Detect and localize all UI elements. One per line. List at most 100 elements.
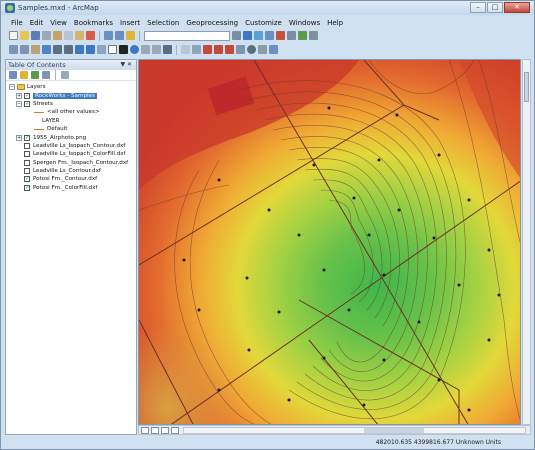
copy-icon[interactable] <box>64 31 73 40</box>
cut-icon[interactable] <box>53 31 62 40</box>
catalog-icon[interactable] <box>254 31 263 40</box>
save-icon[interactable] <box>31 31 40 40</box>
layer-visibility-checkbox[interactable] <box>24 100 30 107</box>
close-button[interactable]: ✕ <box>504 2 530 13</box>
layer-potosi-colorfill[interactable]: Potosi Fm._ColorFill.dxf <box>6 184 136 192</box>
sketch-icon[interactable] <box>236 45 245 54</box>
layer-leadville-contour[interactable]: Leadville Ls_Contour.dxf <box>6 167 136 175</box>
clear-selection-icon[interactable] <box>108 45 117 54</box>
redo-icon[interactable] <box>115 31 124 40</box>
zoom-out-icon[interactable] <box>20 45 29 54</box>
fixed-zoom-out-icon[interactable] <box>64 45 73 54</box>
toc-pin-close[interactable]: ▼ ✕ <box>120 61 132 68</box>
layer-visibility-checkbox[interactable] <box>24 159 30 166</box>
map-display[interactable] <box>138 59 521 425</box>
expand-icon[interactable]: + <box>16 92 22 99</box>
layout-view-icon[interactable] <box>151 426 159 434</box>
select-features-icon[interactable] <box>97 45 106 54</box>
find-icon[interactable] <box>141 45 150 54</box>
layer-visibility-checkbox[interactable] <box>24 184 30 191</box>
window-title: Samples.mxd - ArcMap <box>18 4 99 12</box>
layer-visibility-checkbox[interactable] <box>24 92 30 99</box>
python-window-icon[interactable] <box>287 31 296 40</box>
new-document-icon[interactable] <box>9 31 18 40</box>
pan-icon[interactable] <box>31 45 40 54</box>
add-data-icon[interactable] <box>126 31 135 40</box>
draw-point-icon[interactable] <box>203 45 212 54</box>
layer-list: − Layers + RockWorks - Samples − Streets… <box>6 81 136 192</box>
print-icon[interactable] <box>42 31 51 40</box>
search-window-icon[interactable] <box>265 31 274 40</box>
map-horizontal-scrollbar[interactable] <box>183 426 526 434</box>
layer-spergen-isopach-contour[interactable]: Spergen Fm._Isopach_Contour.dxf <box>6 159 136 167</box>
scroll-thumb[interactable] <box>364 427 424 433</box>
html-popup-icon[interactable] <box>163 45 172 54</box>
maximize-button[interactable]: □ <box>487 2 503 13</box>
toc-options-icon[interactable] <box>61 71 69 79</box>
collapse-icon[interactable]: − <box>9 84 15 91</box>
map-canvas[interactable] <box>139 60 521 425</box>
draw-line-icon[interactable] <box>214 45 223 54</box>
menu-help[interactable]: Help <box>327 19 343 27</box>
undo-icon[interactable] <box>104 31 113 40</box>
list-by-drawing-order-icon[interactable] <box>9 71 17 79</box>
measure-icon[interactable] <box>152 45 161 54</box>
layer-potosi-contour[interactable]: Potosi Fm._Contour.dxf <box>6 175 136 183</box>
delete-icon[interactable] <box>86 31 95 40</box>
open-folder-icon[interactable] <box>20 31 29 40</box>
layout-icon[interactable] <box>192 45 201 54</box>
menu-windows[interactable]: Windows <box>289 19 320 27</box>
arctoolbox-icon[interactable] <box>276 31 285 40</box>
map-scale-dropdown[interactable] <box>144 30 230 41</box>
refresh-icon[interactable] <box>161 426 169 434</box>
menu-bookmarks[interactable]: Bookmarks <box>74 19 113 27</box>
select-elements-icon[interactable] <box>119 45 128 54</box>
collapse-icon[interactable]: − <box>16 100 22 107</box>
menu-geoprocessing[interactable]: Geoprocessing <box>186 19 238 27</box>
expand-icon[interactable]: + <box>16 134 22 141</box>
settings-icon[interactable] <box>258 45 267 54</box>
minimize-button[interactable]: – <box>470 2 486 13</box>
zoom-in-icon[interactable] <box>9 45 18 54</box>
menu-selection[interactable]: Selection <box>147 19 179 27</box>
menu-customize[interactable]: Customize <box>245 19 282 27</box>
list-by-source-icon[interactable] <box>20 71 28 79</box>
layer-visibility-checkbox[interactable] <box>24 142 30 149</box>
layer-label: Leadville Ls_Isopach_ColorFill.dxf <box>33 151 126 158</box>
list-by-visibility-icon[interactable] <box>31 71 39 79</box>
paste-icon[interactable] <box>75 31 84 40</box>
layer-airphoto[interactable]: + 1955_Airphoto.png <box>6 133 136 141</box>
layer-visibility-checkbox[interactable] <box>24 175 30 183</box>
model-builder-icon[interactable] <box>298 31 307 40</box>
identify-icon[interactable] <box>130 45 139 54</box>
help-icon[interactable] <box>309 31 318 40</box>
legend-entry: Default <box>6 125 136 133</box>
globe-icon[interactable] <box>247 45 256 54</box>
pause-drawing-icon[interactable] <box>171 426 179 434</box>
forward-extent-icon[interactable] <box>86 45 95 54</box>
list-by-selection-icon[interactable] <box>42 71 50 79</box>
layers-root[interactable]: − Layers <box>6 83 136 91</box>
fixed-zoom-in-icon[interactable] <box>53 45 62 54</box>
scroll-thumb[interactable] <box>524 72 529 102</box>
georeferencing-icon[interactable] <box>181 45 190 54</box>
menu-insert[interactable]: Insert <box>120 19 140 27</box>
layer-leadville-isopach-colorfill[interactable]: Leadville Ls_Isopach_ColorFill.dxf <box>6 150 136 158</box>
map-vertical-scrollbar[interactable] <box>522 59 531 425</box>
menu-file[interactable]: File <box>11 19 23 27</box>
menu-edit[interactable]: Edit <box>30 19 44 27</box>
menu-view[interactable]: View <box>50 19 67 27</box>
table-window-icon[interactable] <box>243 31 252 40</box>
draw-polygon-icon[interactable] <box>225 45 234 54</box>
layer-rockworks-samples[interactable]: + RockWorks - Samples <box>6 91 136 99</box>
data-view-icon[interactable] <box>141 426 149 434</box>
layer-leadville-isopach-contour[interactable]: Leadville Ls_Isopach_Contour.dxf <box>6 142 136 150</box>
layer-streets[interactable]: − Streets <box>6 100 136 108</box>
layer-visibility-checkbox[interactable] <box>24 134 30 141</box>
back-extent-icon[interactable] <box>75 45 84 54</box>
editor-icon[interactable] <box>232 31 241 40</box>
dropdown-arrow-icon[interactable] <box>269 45 278 54</box>
layer-visibility-checkbox[interactable] <box>24 168 30 175</box>
full-extent-icon[interactable] <box>42 45 51 54</box>
layer-visibility-checkbox[interactable] <box>24 151 30 158</box>
